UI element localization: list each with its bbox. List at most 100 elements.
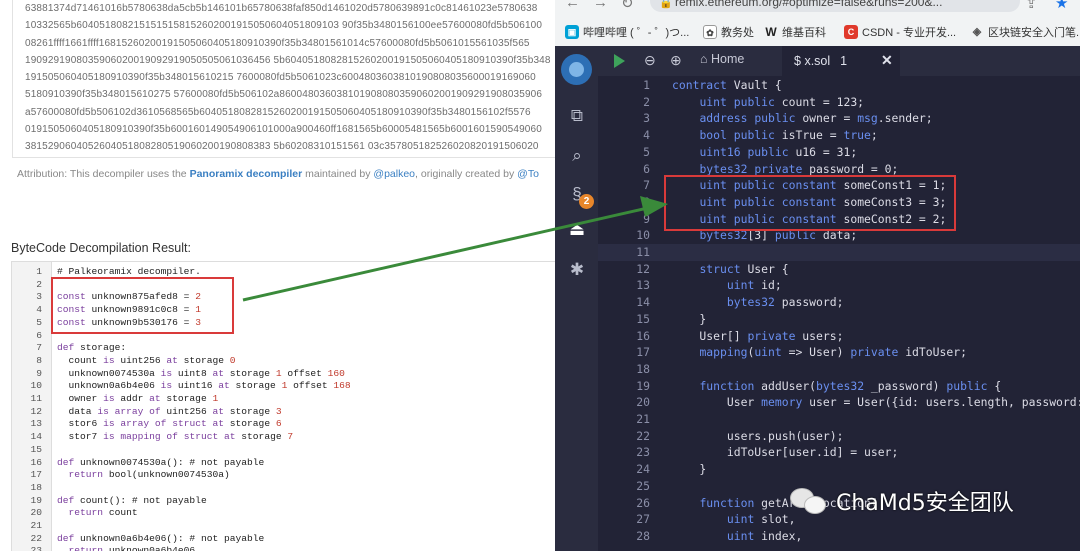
wechat-watermark: ChaMd5安全团队: [790, 484, 1014, 518]
code-editor[interactable]: 1 contract Vault {2 uint public count = 1…: [598, 76, 1080, 551]
decompiled-line: 9 unknown0074530a is uint8 at storage 1 …: [12, 368, 560, 381]
attribution-text: Attribution: This decompiler uses the Pa…: [17, 168, 539, 180]
editor-line-number: 6: [643, 161, 650, 176]
editor-tab-bar: ⊖ ⊕ ⌂ Home $ x.sol 1 ✕: [598, 46, 1080, 76]
bytecode-line: 0191505060405180910390f35b60016014905490…: [25, 124, 542, 136]
zoom-in-icon[interactable]: ⊕: [670, 52, 682, 69]
line-number: 6: [36, 329, 42, 341]
bookmark-blockchain[interactable]: ◈ 区块链安全入门笔...: [970, 24, 1080, 40]
bytecode-line: 191505060405180910390f35b348015610215 76…: [25, 72, 536, 84]
bytecode-line: a57600080fd5b506102d3610568565b604051808…: [25, 106, 531, 118]
editor-line-number: 7: [643, 178, 650, 193]
debugger-bug-icon[interactable]: ✱: [565, 258, 589, 282]
forward-icon[interactable]: →: [593, 0, 608, 11]
bytecode-line: 04051809103902060019004905091505056 5b60…: [25, 156, 560, 157]
editor-code-text: }: [672, 311, 707, 326]
remix-icon-panel: ⧉ ⌕ § 2 ⏏ ✱: [555, 46, 598, 551]
deploy-run-icon[interactable]: ⏏: [565, 218, 589, 242]
bookmark-label: 哔哩哔哩 ( ゜- ゜)つ...: [583, 27, 690, 39]
editor-code-text: users.push(user);: [672, 428, 844, 443]
line-number: 8: [36, 354, 42, 366]
panoramix-link[interactable]: Panoramix decompiler: [190, 168, 303, 180]
editor-line: 24 }: [598, 461, 1080, 478]
editor-line: 19 function addUser(bytes32 _password) p…: [598, 378, 1080, 395]
bytecode-textbox[interactable]: 63881374d71461016b5780638da5cb5b146101b6…: [12, 0, 560, 158]
decompiled-line: 15: [12, 444, 560, 457]
line-number: 2: [36, 278, 42, 290]
line-number: 23: [30, 545, 42, 551]
decompiled-line: 22 def unknown0a6b4e06(): # not payable: [12, 533, 560, 546]
decompiled-line: 16 def unknown0074530a(): # not payable: [12, 457, 560, 470]
url-text[interactable]: remix.ethereum.org/#optimize=false&runs=…: [675, 0, 942, 9]
line-number: 16: [30, 456, 42, 468]
editor-line: 2 uint public count = 123;: [598, 94, 1080, 111]
editor-code-text: uint index,: [726, 528, 803, 543]
bookmark-label: 维基百科: [782, 27, 826, 39]
bytecode-line: 08261ffff1661ffff16815260200191505060405…: [25, 37, 530, 49]
editor-line-number: 23: [636, 445, 650, 460]
close-tab-icon[interactable]: ✕: [881, 52, 893, 69]
decompiled-line: 8 count is uint256 at storage 0: [12, 355, 560, 368]
palkeo-link[interactable]: @palkeo: [373, 168, 415, 180]
decompiled-line: 14 stor7 is mapping of struct at storage…: [12, 431, 560, 444]
bookmark-label: CSDN - 专业开发...: [862, 27, 957, 39]
editor-line-number: 8: [643, 194, 650, 209]
line-number: 4: [36, 304, 42, 316]
bookmark-jiaowuchu[interactable]: ✿ 教务处: [703, 24, 754, 40]
wikipedia-icon: W: [765, 25, 777, 39]
file-explorer-icon[interactable]: ⧉: [565, 104, 589, 128]
editor-line: 22 users.push(user);: [598, 428, 1080, 445]
editor-code-text: mapping(uint => User) private idToUser;: [699, 345, 967, 360]
code-text: count is uint256 at storage 0: [57, 354, 236, 366]
home-tab-label: Home: [711, 52, 745, 66]
run-play-icon[interactable]: [614, 54, 625, 68]
line-number: 10: [30, 380, 42, 392]
wechat-icon: [790, 484, 828, 518]
editor-code-text: uint id;: [726, 278, 782, 293]
bookmark-wikipedia[interactable]: W 维基百科: [764, 24, 826, 40]
decompiled-line: 23 return unknown0a6b4e06: [12, 545, 560, 551]
line-number: 13: [30, 418, 42, 430]
back-icon[interactable]: ←: [565, 0, 580, 11]
editor-line: 21: [598, 411, 1080, 428]
bookmark-bilibili[interactable]: ▣ 哔哩哔哩 ( ゜- ゜)つ...: [565, 24, 689, 40]
tab-home[interactable]: ⌂ Home: [700, 52, 744, 66]
bookmark-label: 教务处: [721, 27, 754, 39]
nav-bar: ← → ↻ 🔒 remix.ethereum.org/#optimize=fal…: [555, 0, 1080, 12]
editor-code-text: User memory user = User({id: users.lengt…: [672, 395, 1080, 410]
editor-line-number: 28: [636, 528, 650, 543]
editor-line-number: 25: [636, 478, 650, 493]
tab-x-sol[interactable]: $ x.sol 1 ✕: [782, 46, 900, 76]
lock-icon: 🔒: [659, 0, 673, 9]
line-number: 17: [30, 469, 42, 481]
search-icon[interactable]: ⌕: [565, 144, 589, 168]
file-tab-badge: 1: [840, 54, 848, 68]
bytecode-line: 3815290604052604051808280519060200190808…: [25, 141, 539, 153]
share-icon[interactable]: ⇪: [1025, 0, 1038, 12]
creator-link[interactable]: @To: [517, 168, 539, 180]
editor-line-number: 20: [636, 395, 650, 410]
bookmark-label: 区块链安全入门笔...: [988, 27, 1080, 39]
bilibili-icon: ▣: [565, 25, 579, 39]
editor-line-number: 24: [636, 462, 650, 477]
code-text: owner is addr at storage 1: [57, 393, 219, 404]
bookmark-csdn[interactable]: C CSDN - 专业开发...: [844, 24, 956, 40]
editor-code-text: idToUser[user.id] = user;: [672, 445, 899, 460]
notification-badge: 2: [579, 194, 594, 209]
reload-icon[interactable]: ↻: [621, 0, 634, 12]
line-number: 14: [30, 431, 42, 443]
decompiled-line: 11 owner is addr at storage 1: [12, 393, 560, 406]
decompiled-line: 18: [12, 482, 560, 495]
bytecode-line: 5180910390f35b348015610275 57600080fd5b5…: [25, 89, 543, 101]
decompiled-line: 7 def storage:: [12, 342, 560, 355]
editor-code-text: function addUser(bytes32 _password) publ…: [699, 378, 1002, 393]
code-text: unknown0a6b4e06 is uint16 at storage 1 o…: [57, 380, 351, 392]
remix-logo-icon[interactable]: [561, 54, 592, 85]
decompiled-line: 13 stor6 is array of struct at storage 6: [12, 418, 560, 431]
editor-line-number: 14: [636, 295, 650, 310]
zoom-out-icon[interactable]: ⊖: [644, 52, 656, 69]
star-icon[interactable]: ★: [1055, 0, 1068, 12]
browser-chrome: ← → ↻ 🔒 remix.ethereum.org/#optimize=fal…: [555, 0, 1080, 46]
editor-line-number: 10: [636, 228, 650, 243]
decompiled-line: 20 return count: [12, 507, 560, 520]
